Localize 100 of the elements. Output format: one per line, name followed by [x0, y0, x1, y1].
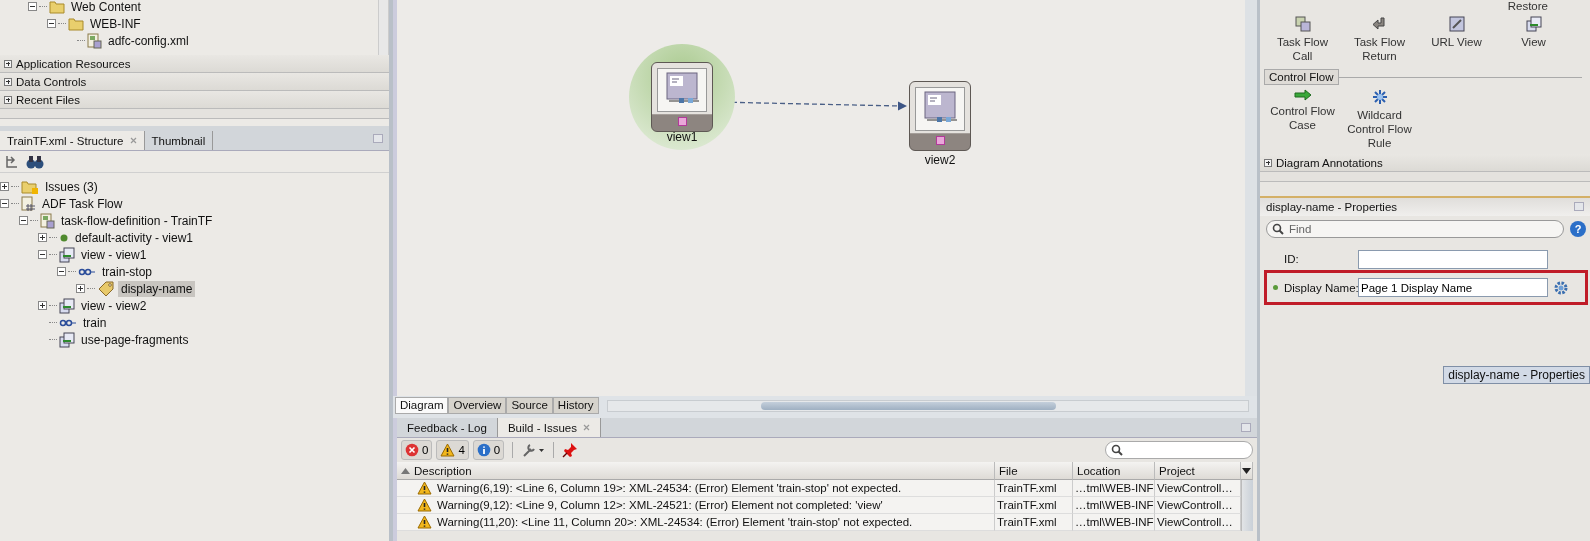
sync-tree-icon[interactable]	[4, 153, 20, 170]
editor-tab[interactable]: History	[552, 397, 599, 414]
palette-item[interactable]: Control Flow Case	[1264, 89, 1341, 150]
xml-file-icon	[40, 212, 55, 229]
table-cell: TrainTF.xml	[995, 514, 1073, 531]
pages-icon	[1525, 16, 1542, 32]
editor-tab[interactable]: Overview	[448, 397, 507, 414]
task-flow-call-icon	[1294, 16, 1311, 32]
pin-icon[interactable]	[562, 442, 579, 458]
scrollbar[interactable]	[606, 399, 1249, 412]
tree-item[interactable]: Issues (3)	[42, 178, 101, 195]
palette-item[interactable]: Task Flow Return	[1341, 16, 1418, 63]
tree-item[interactable]: view - view1	[78, 246, 150, 263]
gear-icon[interactable]	[1554, 280, 1568, 295]
view-node[interactable]	[651, 62, 713, 132]
column-header[interactable]: Project	[1155, 462, 1241, 480]
column-title: Location	[1077, 464, 1121, 477]
train-icon	[78, 267, 96, 276]
search-field[interactable]: Find	[1266, 220, 1564, 238]
palette-item[interactable]: Wildcard Control Flow Rule	[1341, 89, 1418, 150]
text-field[interactable]	[1358, 249, 1548, 269]
filter-button[interactable]: 0	[472, 440, 505, 460]
table-cell: ViewControll…	[1155, 514, 1241, 531]
filter-button[interactable]: 0	[401, 440, 433, 460]
collapse-toggle[interactable]	[19, 216, 28, 225]
pages-icon	[59, 297, 75, 314]
column-header[interactable]: File	[995, 462, 1073, 480]
filter-button[interactable]: 4	[436, 440, 469, 460]
tree-item[interactable]: Web Content	[68, 0, 144, 15]
accordion-header[interactable]: Application Resources	[0, 55, 389, 73]
tree-item[interactable]: use-page-fragments	[78, 331, 192, 348]
tree-item[interactable]: task-flow-definition - TrainTF	[58, 212, 216, 229]
section-label: Control Flow	[1264, 69, 1339, 85]
tree-item[interactable]: default-activity - view1	[72, 229, 197, 246]
column-title: Project	[1159, 464, 1195, 477]
field-label: Display Name:	[1284, 281, 1358, 294]
wrench-icon[interactable]	[521, 442, 546, 458]
help-button[interactable]: ?	[1570, 221, 1586, 237]
expand-toggle[interactable]	[76, 284, 85, 293]
scrollbar[interactable]	[1241, 480, 1253, 531]
search-field[interactable]	[1105, 441, 1253, 459]
folder-icon	[49, 0, 65, 14]
table-cell: Warning(11,20): <Line 11, Column 20>: XML-24534: (Error) Element 'train-stop' not expected.	[397, 514, 995, 531]
column-header[interactable]: Description	[397, 462, 995, 480]
tree-item[interactable]: train	[80, 314, 110, 331]
warning-icon	[417, 481, 432, 495]
text-field[interactable]: Page 1 Display Name	[1358, 278, 1548, 297]
accordion-title: Diagram Annotations	[1276, 156, 1383, 169]
tag-icon	[97, 280, 115, 297]
collapse-toggle[interactable]	[57, 267, 66, 276]
tree-item[interactable]: display-name	[118, 280, 196, 297]
page-icon	[657, 68, 707, 112]
tree-item[interactable]: view - view2	[78, 297, 150, 314]
expand-toggle[interactable]	[38, 233, 47, 242]
panel-tab[interactable]: Feedback - Log	[397, 418, 498, 437]
node-label: view1	[666, 130, 698, 144]
column-header[interactable]: Location	[1073, 462, 1155, 480]
warning-folder-icon	[21, 178, 39, 195]
dot-icon	[59, 232, 69, 243]
pages-icon	[59, 246, 75, 263]
panel-title: display-name - Properties	[1266, 201, 1398, 213]
table-cell: ViewControll…	[1155, 497, 1241, 514]
tooltip: display-name - Properties	[1443, 366, 1590, 384]
tree-item[interactable]: train-stop	[99, 263, 156, 280]
table-cell: …tml\WEB-INF	[1073, 480, 1155, 497]
collapse-toggle[interactable]	[28, 2, 37, 11]
tree-item[interactable]: ADF Task Flow	[39, 195, 126, 212]
dropdown-icon[interactable]	[1242, 467, 1251, 474]
editor-tab[interactable]: Diagram	[395, 397, 449, 414]
collapse-toggle[interactable]	[0, 199, 9, 208]
view-node[interactable]	[909, 81, 971, 151]
panel-tab[interactable]: TrainTF.xml - Structure	[0, 131, 145, 150]
page-badge-icon	[935, 136, 945, 145]
accordion-header[interactable]: Recent Files	[0, 91, 389, 109]
binoculars-icon[interactable]	[26, 153, 44, 170]
palette-item[interactable]: Task Flow Call	[1264, 16, 1341, 63]
collapse-toggle[interactable]	[47, 19, 56, 28]
train-icon	[59, 318, 77, 327]
node-label: view2	[924, 153, 956, 167]
table-cell: TrainTF.xml	[995, 497, 1073, 514]
table-cell: …tml\WEB-INF	[1073, 497, 1155, 514]
table-cell: TrainTF.xml	[995, 480, 1073, 497]
expand-toggle[interactable]	[0, 182, 9, 191]
accordion-header[interactable]: Data Controls	[0, 73, 389, 91]
column-title: Description	[414, 464, 472, 477]
warning-icon	[417, 515, 432, 529]
expand-toggle[interactable]	[38, 301, 47, 310]
editor-tab[interactable]: Source	[506, 397, 553, 414]
warning-icon	[440, 443, 456, 457]
tree-item[interactable]: WEB-INF	[87, 15, 144, 32]
palette-label: Restore	[1507, 0, 1548, 14]
palette-item[interactable]: View	[1495, 16, 1572, 63]
folder-icon	[68, 16, 84, 31]
panel-tab[interactable]: Build - Issues	[497, 418, 601, 437]
palette-item[interactable]: URL View	[1418, 16, 1495, 63]
scrollbar[interactable]	[378, 0, 388, 55]
tree-item[interactable]: adfc-config.xml	[105, 32, 192, 49]
return-arrow-icon	[1371, 16, 1388, 32]
panel-tab[interactable]: Thumbnail	[144, 131, 214, 150]
collapse-toggle[interactable]	[38, 250, 47, 259]
